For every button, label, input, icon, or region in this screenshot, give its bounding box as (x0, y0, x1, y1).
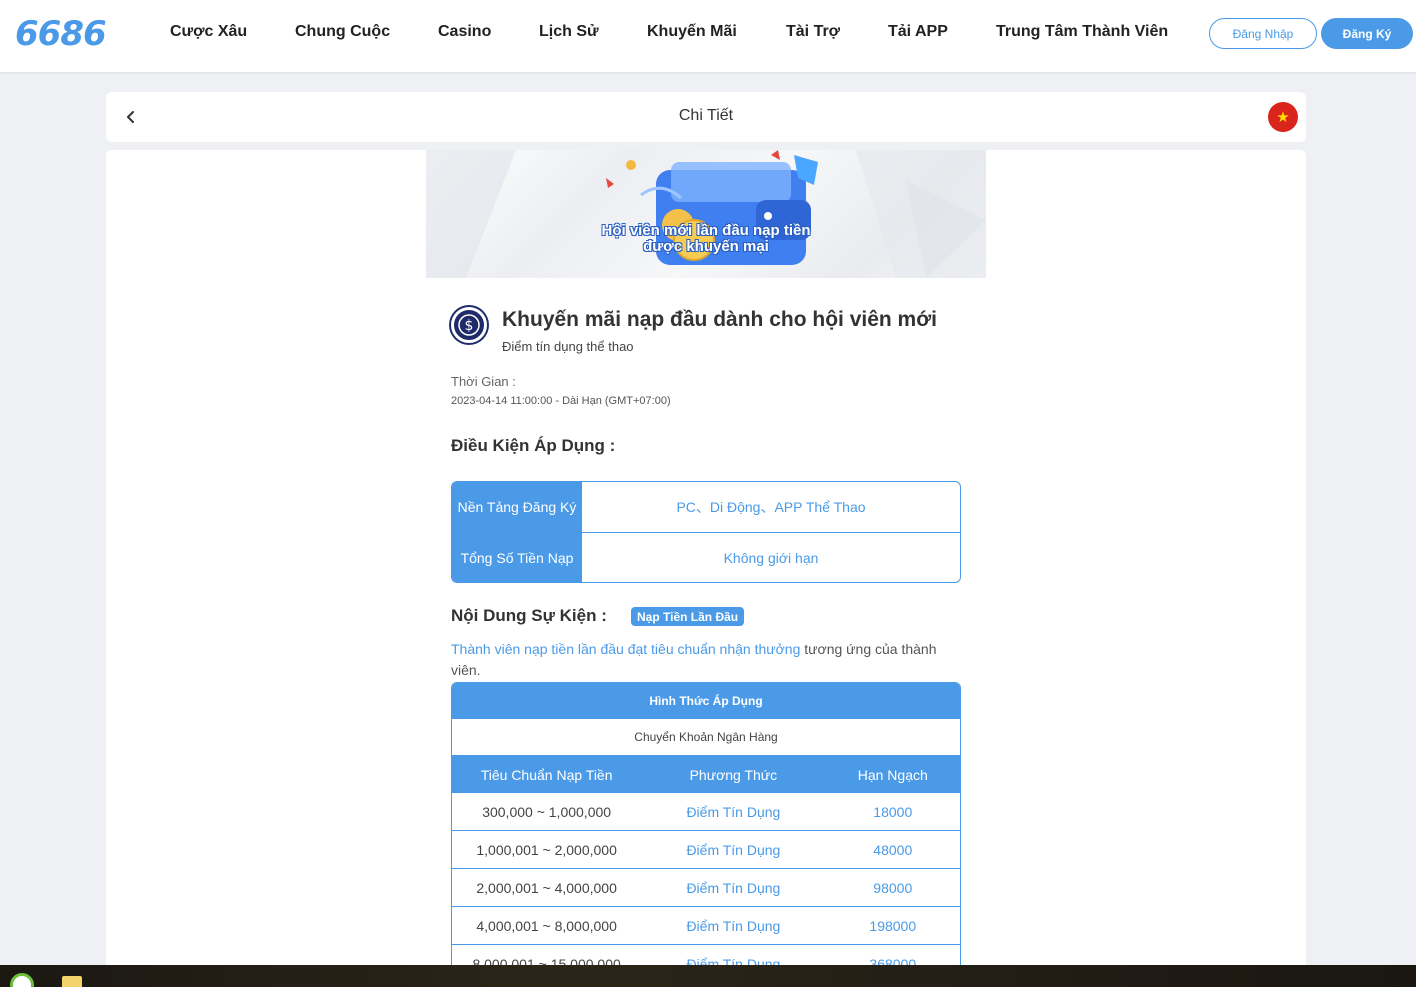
condition-key: Tổng Số Tiền Nạp (452, 533, 582, 582)
condition-row: Tổng Số Tiền Nạp Không giới hạn (452, 532, 960, 582)
nav-item-khuyen-mai[interactable]: Khuyến Mãi (647, 23, 737, 41)
condition-value: PC、Di Động、APP Thể Thao (676, 499, 866, 515)
event-description-highlight: Thành viên nạp tiền lần đầu đạt tiêu chu… (451, 641, 801, 657)
table-row: 4,000,001 ~ 8,000,000 Điểm Tín Dụng 1980… (452, 907, 960, 945)
folder-icon[interactable] (62, 976, 82, 987)
deposit-range-cell: 300,000 ~ 1,000,000 (482, 803, 612, 820)
table-row: 1,000,001 ~ 2,000,000 Điểm Tín Dụng 4800… (452, 831, 960, 869)
login-button[interactable]: Đăng Nhập (1209, 18, 1317, 49)
conditions-heading: Điều Kiện Áp Dụng : (451, 436, 616, 455)
method-cell: Điểm Tín Dụng (686, 803, 781, 820)
quota-cell: 198000 (869, 917, 917, 934)
nav-item-tai-app[interactable]: Tải APP (888, 23, 948, 41)
event-badge: Nạp Tiền Lần Đầu (631, 607, 745, 626)
detail-title-bar: Chi Tiết ★ (106, 92, 1306, 142)
deposit-range-cell: 2,000,001 ~ 4,000,000 (476, 879, 617, 896)
banner-headline-1: Hội viên mới lần đầu nạp tiền (601, 222, 811, 239)
nav-item-cuoc-xau[interactable]: Cược Xâu (170, 23, 247, 41)
promo-detail-card: Hội viên mới lần đầu nạp tiền được khuyế… (106, 150, 1306, 987)
wallet-illustration (426, 150, 986, 278)
nav-item-member-center[interactable]: Trung Tâm Thành Viên (996, 23, 1168, 41)
table-row: 300,000 ~ 1,000,000 Điểm Tín Dụng 18000 (452, 793, 960, 831)
nav-item-casino[interactable]: Casino (438, 23, 491, 41)
method-cell: Điểm Tín Dụng (686, 841, 781, 858)
tier-table-method: Chuyển Khoản Ngân Hàng (452, 719, 960, 756)
table-row: 2,000,001 ~ 4,000,000 Điểm Tín Dụng 9800… (452, 869, 960, 907)
quota-cell: 48000 (873, 841, 913, 858)
svg-text:$: $ (465, 318, 474, 334)
nav-item-tai-tro[interactable]: Tài Trợ (786, 23, 840, 41)
quota-cell: 18000 (873, 803, 913, 820)
condition-key: Nền Tảng Đăng Ký (452, 482, 582, 532)
promo-title: Khuyến mãi nạp đầu dành cho hội viên mới (502, 308, 937, 331)
logo[interactable]: 6686 (15, 14, 107, 54)
conditions-table: Nền Tảng Đăng Ký PC、Di Động、APP Thể Thao… (451, 481, 961, 583)
promo-subtitle: Điểm tín dụng thể thao (502, 339, 634, 354)
event-heading: Nội Dung Sự Kiện : (451, 606, 607, 625)
page-title: Chi Tiết (678, 107, 734, 124)
nav-item-chung-cuoc[interactable]: Chung Cuộc (295, 23, 390, 41)
reward-tier-table: Hình Thức Áp Dụng Chuyển Khoản Ngân Hàng… (451, 682, 961, 984)
nav-item-lich-su[interactable]: Lịch Sử (539, 23, 599, 41)
column-header-method: Phương Thức (689, 766, 778, 783)
dollar-icon: $ (451, 307, 487, 343)
event-description: Thành viên nạp tiền lần đầu đạt tiêu chu… (451, 639, 961, 681)
os-taskbar (0, 965, 1416, 987)
method-cell: Điểm Tín Dụng (686, 917, 781, 934)
promo-banner: Hội viên mới lần đầu nạp tiền được khuyế… (426, 150, 986, 278)
app-launcher-icon[interactable] (10, 973, 34, 987)
condition-row: Nền Tảng Đăng Ký PC、Di Động、APP Thể Thao (452, 482, 960, 532)
deposit-range-cell: 4,000,001 ~ 8,000,000 (476, 917, 617, 934)
tier-table-columns: Tiêu Chuẩn Nạp Tiền Phương Thức Hạn Ngạc… (452, 756, 960, 793)
register-button[interactable]: Đăng Ký (1321, 18, 1413, 49)
top-nav-bar: 6686 Cược Xâu Chung Cuộc Casino Lịch Sử … (0, 0, 1416, 72)
time-value: 2023-04-14 11:00:00 - Dài Hạn (GMT+07:00… (451, 395, 671, 407)
tier-table-header: Hình Thức Áp Dụng (452, 683, 960, 719)
column-header-quota: Hạn Ngạch (857, 766, 928, 783)
method-cell: Điểm Tín Dụng (686, 879, 781, 896)
vietnam-flag-icon[interactable]: ★ (1268, 102, 1298, 132)
time-label: Thời Gian : (451, 374, 516, 389)
quota-cell: 98000 (873, 879, 913, 896)
condition-value: Không giới hạn (723, 549, 819, 566)
banner-headline-2: được khuyến mại (643, 238, 769, 255)
deposit-range-cell: 1,000,001 ~ 2,000,000 (476, 841, 617, 858)
column-header-deposit: Tiêu Chuẩn Nạp Tiền (480, 766, 613, 783)
